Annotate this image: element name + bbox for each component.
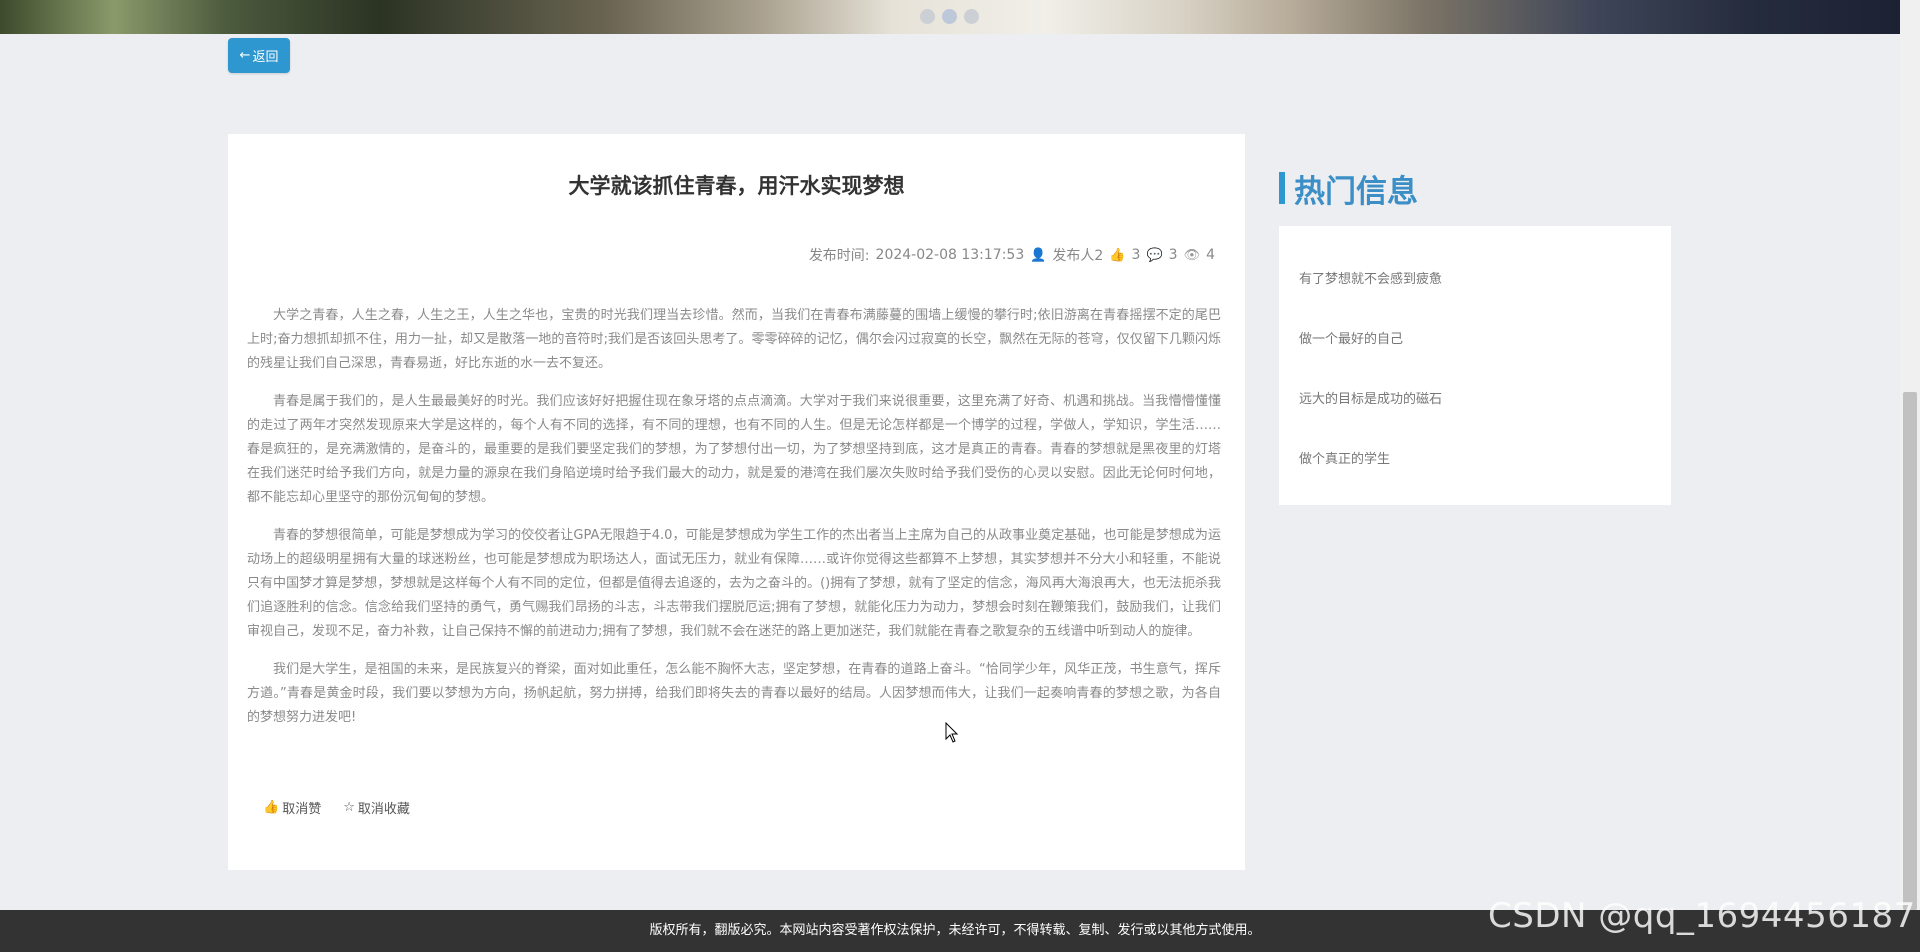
carousel-indicators xyxy=(920,9,979,24)
hot-info-heading: 热门信息 xyxy=(1279,170,1418,210)
carousel-dot-2[interactable] xyxy=(942,9,957,24)
carousel-dot-1[interactable] xyxy=(920,9,935,24)
like-count: 3 xyxy=(1131,247,1141,263)
article-paragraph: 大学之青春，人生之春，人生之王，人生之华也，宝贵的时光我们理当去珍惜。然而，当我… xyxy=(247,308,1221,372)
article-card: 大学就该抓住青春，用汗水实现梦想 发布时间: 2024-02-08 13:17:… xyxy=(228,134,1245,870)
back-button[interactable]: ← 返回 xyxy=(228,38,290,73)
star-icon: ☆ xyxy=(343,800,355,815)
hot-item[interactable]: 有了梦想就不会感到疲惫 xyxy=(1299,268,1442,287)
view-count: 4 xyxy=(1206,247,1215,263)
arrow-left-icon: ← xyxy=(239,48,251,63)
hot-item[interactable]: 做个真正的学生 xyxy=(1299,448,1390,467)
thumbs-up-icon: 👍 xyxy=(263,800,280,815)
back-button-label: 返回 xyxy=(252,50,279,65)
publish-label: 发布时间: xyxy=(808,248,870,264)
article-title: 大学就该抓住青春，用汗水实现梦想 xyxy=(568,174,905,198)
hot-info-title: 热门信息 xyxy=(1294,173,1418,210)
unfavorite-label: 取消收藏 xyxy=(357,802,410,817)
comment-icon: 💬 xyxy=(1146,247,1163,263)
hot-info-list: 有了梦想就不会感到疲惫 做一个最好的自己 远大的目标是成功的磁石 做个真正的学生 xyxy=(1279,226,1671,505)
carousel-dot-3[interactable] xyxy=(964,9,979,24)
thumbs-up-icon: 👍 xyxy=(1109,247,1126,263)
heading-accent-bar xyxy=(1279,172,1285,204)
article-actions: 👍 取消赞 ☆ 取消收藏 xyxy=(263,798,410,817)
unfavorite-button[interactable]: ☆ 取消收藏 xyxy=(343,798,410,817)
page-scrollbar[interactable] xyxy=(1900,0,1920,910)
unlike-button[interactable]: 👍 取消赞 xyxy=(263,798,321,817)
article-meta: 发布时间: 2024-02-08 13:17:53 👤 发布人2 👍 3 💬 3… xyxy=(809,245,1215,265)
publisher-name: 发布人2 xyxy=(1052,248,1104,264)
mouse-cursor-icon xyxy=(945,722,959,743)
publish-time: 2024-02-08 13:17:53 xyxy=(875,247,1025,263)
article-paragraph: 青春的梦想很简单，可能是梦想成为学习的佼佼者让GPA无限趋于4.0，可能是梦想成… xyxy=(247,527,1221,640)
eye-icon: 👁 xyxy=(1183,247,1201,263)
article-paragraph: 青春是属于我们的，是人生最最美好的时光。我们应该好好把握住现在象牙塔的点点滴滴。… xyxy=(247,393,1221,506)
banner-carousel xyxy=(0,0,1900,34)
article-content: 大学之青春，人生之春，人生之王，人生之华也，宝贵的时光我们理当去珍惜。然而，当我… xyxy=(247,304,1221,743)
hot-item[interactable]: 做一个最好的自己 xyxy=(1299,328,1403,347)
user-icon: 👤 xyxy=(1030,247,1047,263)
article-paragraph: 我们是大学生，是祖国的未来，是民族复兴的脊梁，面对如此重任，怎么能不胸怀大志，坚… xyxy=(247,661,1221,726)
scrollbar-thumb[interactable] xyxy=(1903,392,1917,910)
csdn-watermark: CSDN @qq_1694456187 xyxy=(1488,896,1916,936)
unlike-label: 取消赞 xyxy=(282,802,322,817)
comment-count: 3 xyxy=(1168,247,1178,263)
hot-item[interactable]: 远大的目标是成功的磁石 xyxy=(1299,388,1442,407)
